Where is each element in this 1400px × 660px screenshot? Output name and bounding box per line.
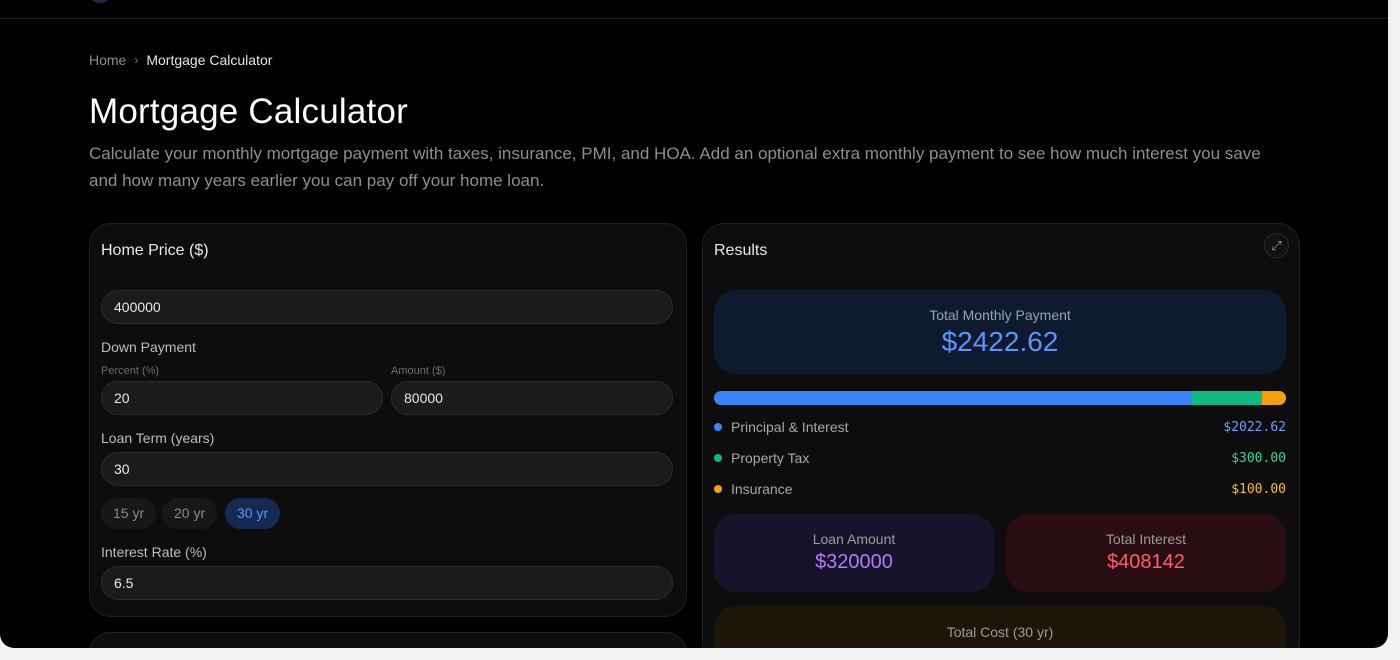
legend-value: $100.00 [1231, 481, 1286, 497]
payment-breakdown-bar [714, 391, 1286, 405]
home-price-input[interactable]: 400000 [101, 290, 673, 324]
app-window: Home › Mortgage Calculator Mortgage Calc… [0, 0, 1388, 648]
loan-amount-value: $320000 [815, 551, 893, 573]
breadcrumb-current: Mortgage Calculator [146, 52, 273, 68]
interest-rate-input[interactable]: 6.5 [101, 566, 673, 600]
amount-label: Amount ($) [391, 365, 446, 377]
interest-rate-label: Interest Rate (%) [101, 544, 207, 560]
page-title: Mortgage Calculator [89, 92, 408, 131]
breakdown-segment-2 [1262, 391, 1286, 405]
expand-icon[interactable]: ⤢ [1264, 233, 1289, 258]
term-chip-20[interactable]: 20 yr [162, 498, 218, 529]
legend-label: Property Tax [731, 450, 810, 466]
breakdown-segment-1 [1191, 391, 1263, 405]
loan-amount-label: Loan Amount [812, 531, 896, 547]
legend-principal-interest: Principal & Interest $2022.62 [714, 417, 1286, 437]
logo-icon[interactable] [90, 0, 110, 3]
breadcrumb: Home › Mortgage Calculator [89, 52, 272, 68]
insurance-dot-icon [714, 485, 722, 493]
additional-costs-panel [89, 632, 687, 648]
down-payment-label: Down Payment [101, 339, 196, 355]
loan-term-input[interactable]: 30 [101, 452, 673, 486]
down-payment-percent-input[interactable]: 20 [101, 381, 383, 415]
legend-value: $300.00 [1231, 450, 1286, 466]
legend-insurance: Insurance $100.00 [714, 479, 1286, 499]
principal-interest-dot-icon [714, 423, 722, 431]
breadcrumb-home-link[interactable]: Home [89, 52, 126, 68]
total-interest-value: $408142 [1107, 551, 1185, 573]
legend-label: Insurance [731, 481, 793, 497]
results-title: Results [714, 242, 768, 259]
total-cost-label: Total Cost (30 yr) [946, 624, 1054, 640]
legend-label: Principal & Interest [731, 419, 849, 435]
home-price-label: Home Price ($) [101, 242, 209, 259]
percent-label: Percent (%) [101, 365, 160, 377]
loan-term-label: Loan Term (years) [101, 430, 215, 446]
total-interest-label: Total Interest [1105, 531, 1187, 547]
property-tax-dot-icon [714, 454, 722, 462]
legend-property-tax: Property Tax $300.00 [714, 448, 1286, 468]
total-interest-card: Total Interest $408142 [1006, 514, 1286, 592]
total-monthly-payment-card: Total Monthly Payment $2422.62 [714, 290, 1286, 374]
loan-amount-card: Loan Amount $320000 [714, 514, 994, 592]
chevron-right-icon: › [134, 53, 139, 67]
total-cost-card: Total Cost (30 yr) [714, 606, 1286, 648]
down-payment-amount-input[interactable]: 80000 [391, 381, 673, 415]
top-nav-bar [0, 0, 1388, 19]
page-description: Calculate your monthly mortgage payment … [89, 144, 1261, 190]
term-chip-30[interactable]: 30 yr [225, 498, 281, 529]
legend-value: $2022.62 [1223, 419, 1286, 435]
breakdown-segment-0 [714, 391, 1192, 405]
term-chip-15[interactable]: 15 yr [101, 498, 157, 529]
total-monthly-payment-value: $2422.62 [941, 326, 1059, 357]
total-monthly-payment-label: Total Monthly Payment [929, 307, 1071, 323]
